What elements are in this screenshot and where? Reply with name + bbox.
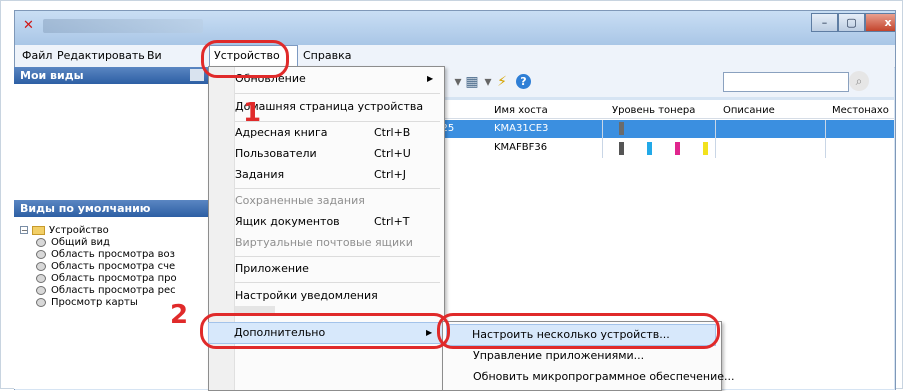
tree-item-label: Общий вид <box>51 237 110 248</box>
window-title-blurred <box>43 19 203 33</box>
shortcut-label: Ctrl+T <box>374 215 410 228</box>
menu-item-document-box[interactable]: Ящик документов <box>235 211 340 233</box>
column-divider <box>602 120 603 158</box>
menu-edit[interactable]: Редактировать <box>57 48 145 64</box>
step1-callout-outline <box>201 40 289 78</box>
window-controls: – ▢ x <box>811 13 895 33</box>
toner-bar-black <box>619 142 624 155</box>
view-icon <box>36 273 46 283</box>
help-icon[interactable]: ? <box>516 74 531 89</box>
tree-item[interactable]: Общий вид <box>20 237 177 249</box>
host-cell: KMAFBF36 <box>494 142 548 153</box>
view-icon <box>36 261 46 271</box>
left-panel: Мои виды Виды по умолчанию − Устройство О… <box>14 67 210 389</box>
my-views-header: Мои виды <box>14 67 209 84</box>
tree-item[interactable]: Область просмотра рес <box>20 285 177 297</box>
shortcut-label: Ctrl+U <box>374 147 411 160</box>
tree-item[interactable]: Область просмотра сче <box>20 261 177 273</box>
column-divider <box>825 120 826 158</box>
folder-icon <box>32 225 45 235</box>
maximize-button[interactable]: ▢ <box>838 13 865 32</box>
step1-number: 1 <box>243 98 262 128</box>
menu-item-users[interactable]: Пользователи <box>235 143 317 165</box>
tree-item-label: Область просмотра сче <box>51 261 176 272</box>
view-icon <box>36 285 46 295</box>
panel-view-icon <box>190 69 204 81</box>
connect-icon[interactable]: ⚡ <box>494 74 510 90</box>
tree-item[interactable]: Просмотр карты <box>20 297 177 309</box>
header-divider <box>428 118 894 119</box>
map-view-icon <box>36 297 46 307</box>
step2-callout-outline-left <box>200 313 450 349</box>
toner-bar-magenta <box>675 142 680 155</box>
minimize-button[interactable]: – <box>811 13 838 32</box>
shortcut-label: Ctrl+B <box>374 126 411 139</box>
tree-root-label: Устройство <box>49 225 109 236</box>
submenu-arrow-icon: ▶ <box>427 74 434 83</box>
menu-separator <box>235 282 440 283</box>
title-bar: ✕ – ▢ x <box>15 11 895 45</box>
column-header-host[interactable]: Имя хоста <box>494 104 548 118</box>
close-button[interactable]: x <box>865 13 895 32</box>
view-icon <box>36 249 46 259</box>
menu-separator <box>235 256 440 257</box>
search-input[interactable] <box>723 72 849 92</box>
tree-item[interactable]: Область просмотра воз <box>20 249 177 261</box>
menu-file[interactable]: Файл <box>22 48 52 64</box>
tree-item[interactable]: Область просмотра про <box>20 273 177 285</box>
shortcut-label: Ctrl+J <box>374 168 407 181</box>
tree-item-label: Область просмотра про <box>51 273 177 284</box>
toner-level <box>619 122 624 135</box>
search-icon[interactable]: ⌕ <box>849 71 869 91</box>
device-tree: − Устройство Общий вид Область просмотра … <box>20 225 177 309</box>
step2-number: 2 <box>170 300 189 330</box>
tree-root[interactable]: − Устройство <box>20 225 177 237</box>
menu-bar: Файл Редактировать Ви Устройство Справка <box>15 45 895 68</box>
device-list-icon[interactable]: ▦ <box>464 74 480 90</box>
menu-item-device-home[interactable]: Домашняя страница устройства <box>235 96 423 118</box>
step2-callout-outline-right <box>437 313 720 349</box>
default-views-header: Виды по умолчанию <box>14 200 209 217</box>
column-header-description[interactable]: Описание <box>723 104 775 118</box>
menu-separator <box>235 93 440 94</box>
tree-item-label: Просмотр карты <box>51 297 138 308</box>
toner-level <box>619 142 719 156</box>
menu-view[interactable]: Ви <box>147 48 162 64</box>
menu-item-jobs[interactable]: Задания <box>235 164 284 186</box>
column-header-location[interactable]: Местонахо <box>832 104 889 118</box>
tree-item-label: Область просмотра воз <box>51 249 175 260</box>
menu-item-stored-jobs: Сохраненные задания <box>235 194 365 207</box>
toner-bar-yellow <box>703 142 708 155</box>
menu-item-application[interactable]: Приложение <box>235 258 309 280</box>
menu-item-notification-settings[interactable]: Настройки уведомления <box>235 285 378 307</box>
collapse-icon[interactable]: − <box>20 226 28 235</box>
host-cell: KMA31CE3 <box>494 123 549 134</box>
column-header-toner[interactable]: Уровень тонера <box>612 104 695 118</box>
kyocera-logo-icon: ✕ <box>23 18 34 33</box>
menu-item-virtual-mailboxes: Виртуальные почтовые ящики <box>235 236 413 249</box>
menu-help[interactable]: Справка <box>303 48 351 64</box>
view-icon <box>36 237 46 247</box>
submenu-item-update-firmware[interactable]: Обновить микропрограммное обеспечение... <box>473 366 735 388</box>
tree-item-label: Область просмотра рес <box>51 285 176 296</box>
toner-bar-black <box>619 122 624 135</box>
toner-bar-cyan <box>647 142 652 155</box>
column-divider <box>715 120 716 158</box>
menu-separator <box>235 188 440 189</box>
